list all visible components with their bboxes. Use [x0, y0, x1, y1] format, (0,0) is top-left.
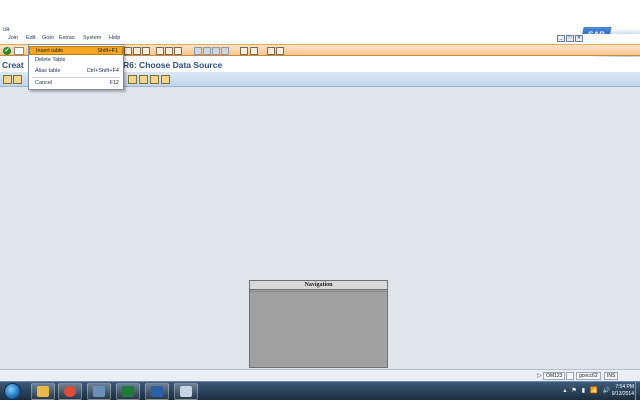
join-icon[interactable]	[13, 75, 22, 84]
menu-item-alias-table[interactable]: Alias table Ctrl+Shift+F4	[29, 67, 123, 76]
menu-edit[interactable]: Edit	[26, 35, 35, 41]
zoom-out-icon[interactable]	[150, 75, 159, 84]
cancel-icon[interactable]	[142, 47, 150, 55]
menu-item-shortcut: F12	[109, 80, 119, 86]
menu-join[interactable]: Join	[8, 35, 18, 41]
previous-page-icon[interactable]	[203, 47, 211, 55]
menu-bar: Join Edit Goto Extras System Help _ □ ✕	[0, 34, 640, 44]
next-page-icon[interactable]	[212, 47, 220, 55]
sap-window-icon	[180, 386, 192, 397]
navigation-panel[interactable]: Navigation	[249, 280, 388, 368]
status-expand-icon[interactable]: ▷	[537, 372, 542, 379]
menu-separator	[32, 77, 120, 78]
status-system: OM123	[543, 372, 566, 380]
excel-icon	[122, 386, 134, 397]
tray-flag-icon[interactable]: ⚑	[571, 387, 576, 394]
navigation-divider	[250, 290, 387, 292]
new-session-icon[interactable]	[240, 47, 248, 55]
menu-item-label: Delete Table	[35, 57, 66, 63]
menu-item-label: Insert table	[36, 48, 64, 54]
menu-item-shortcut: Shift+F1	[97, 48, 118, 54]
first-page-icon[interactable]	[194, 47, 202, 55]
menu-help[interactable]: Help	[109, 35, 120, 41]
tray-volume-icon[interactable]: 🔊	[603, 387, 610, 394]
start-button-icon[interactable]	[4, 383, 21, 400]
find-icon[interactable]	[165, 47, 173, 55]
window-icon: ᴜʀ	[3, 27, 10, 33]
tray-battery-icon[interactable]: ▮	[582, 387, 585, 394]
taskbar-sap-button[interactable]	[174, 383, 198, 400]
overview-icon[interactable]	[161, 75, 170, 84]
navigation-title: Navigation	[250, 281, 387, 290]
status-server-icon[interactable]	[566, 372, 574, 380]
taskbar-outlook-button[interactable]	[145, 383, 169, 400]
menu-item-insert-table[interactable]: Insert table Shift+F1	[29, 46, 123, 55]
enter-check-icon[interactable]: ✔	[3, 47, 11, 55]
folder-icon	[37, 386, 49, 397]
last-page-icon[interactable]	[221, 47, 229, 55]
find-next-icon[interactable]	[174, 47, 182, 55]
maximize-icon[interactable]: □	[566, 35, 574, 42]
taskbar-clock[interactable]: 7:54 PM 9/13/2014	[612, 384, 634, 398]
table-icon[interactable]	[3, 75, 12, 84]
system-tray: ▴ ⚑ ▮ 📶 🔊	[563, 387, 610, 394]
window-files-icon	[93, 386, 105, 397]
menu-extras[interactable]: Extras	[59, 35, 75, 41]
taskbar-explorer-button[interactable]	[31, 383, 55, 400]
shortcut-icon[interactable]	[250, 47, 258, 55]
menu-item-cancel[interactable]: Cancel F12	[29, 79, 123, 88]
clock-date: 9/13/2014	[611, 391, 634, 397]
menu-item-shortcut: Ctrl+Shift+F4	[86, 68, 119, 74]
exit-icon[interactable]	[133, 47, 141, 55]
menu-item-delete-table[interactable]: Delete Table	[29, 56, 123, 65]
status-mode: INS	[604, 372, 619, 380]
command-field[interactable]	[14, 47, 24, 55]
edit-menu-dropdown: Insert table Shift+F1 Delete Table Alias…	[28, 44, 124, 90]
minimize-icon[interactable]: _	[557, 35, 565, 42]
menu-item-label: Cancel	[35, 80, 53, 86]
taskbar-chrome-button[interactable]	[58, 383, 82, 400]
tray-expand-icon[interactable]: ▴	[563, 387, 566, 394]
outlook-icon	[151, 386, 163, 397]
print-icon[interactable]	[156, 47, 164, 55]
menu-goto[interactable]: Goto	[42, 35, 54, 41]
status-bar: ▷ OM123 gcecc62 INS	[0, 369, 640, 381]
show-desktop-button[interactable]	[635, 382, 640, 400]
zoom-in-icon[interactable]	[139, 75, 148, 84]
layout-icon[interactable]	[128, 75, 137, 84]
clock-time: 7:54 PM	[615, 384, 634, 390]
chrome-icon	[64, 386, 76, 397]
window-controls: _ □ ✕	[557, 35, 583, 42]
taskbar-files-button[interactable]	[87, 383, 111, 400]
back-icon[interactable]	[124, 47, 132, 55]
help-icon[interactable]	[267, 47, 275, 55]
menu-system[interactable]: System	[83, 35, 101, 41]
sap-gui-screen: ᴜʀ SAP Join Edit Goto Extras System Help…	[0, 0, 640, 400]
taskbar-excel-button[interactable]	[116, 383, 140, 400]
status-client: gcecc62	[576, 372, 601, 380]
tray-network-icon[interactable]: 📶	[590, 387, 597, 394]
close-icon[interactable]: ✕	[575, 35, 583, 42]
page-title: R6: Choose Data Source	[123, 60, 223, 70]
menu-item-label: Alias table	[35, 68, 61, 74]
layout-menu-icon[interactable]	[276, 47, 284, 55]
window-titlebar: ᴜʀ	[0, 0, 640, 34]
page-title-left: Creat	[2, 60, 24, 70]
windows-taskbar: ▴ ⚑ ▮ 📶 🔊 7:54 PM 9/13/2014	[0, 381, 640, 400]
